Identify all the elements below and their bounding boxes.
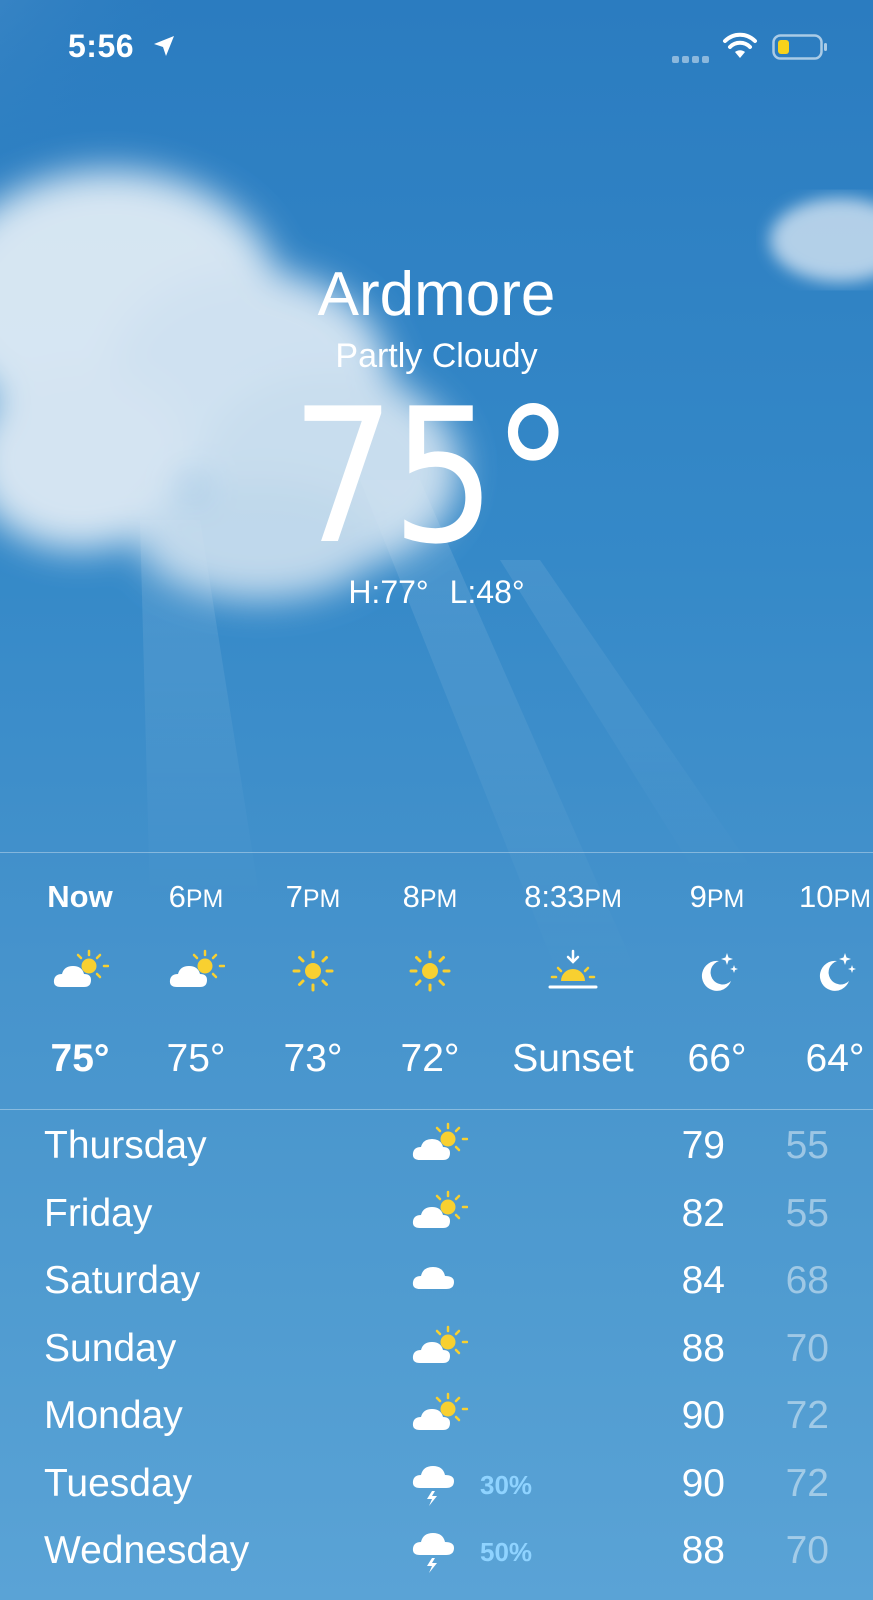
- thunderstorm-icon: [410, 1460, 458, 1513]
- day-name: Sunday: [44, 1326, 177, 1370]
- partly-cloudy-day-icon: [167, 949, 226, 998]
- precipitation-chance: 30%: [480, 1469, 533, 1500]
- location-arrow-icon: [152, 34, 176, 63]
- high-temperature: 84: [681, 1259, 725, 1302]
- city-name: Ardmore: [317, 260, 556, 329]
- high-temperature: 90: [681, 1394, 725, 1437]
- day-name: Monday: [44, 1394, 183, 1437]
- daily-row-tuesday: Tuesday 30% 90 72: [0, 1454, 873, 1520]
- low-temperature: 55: [785, 1124, 829, 1167]
- hourly-forecast[interactable]: Now 75° 6PM 75° 7PM 73° 8PM 72° 8:33PM Sunset 9PM 6…: [0, 852, 873, 1110]
- partly-cloudy-day-icon: [410, 1325, 469, 1374]
- high-temperature: 82: [681, 1191, 725, 1235]
- low-temperature: 72: [785, 1461, 829, 1505]
- high-temperature: 88: [681, 1326, 725, 1370]
- moon-stars-icon: [813, 949, 857, 998]
- hourly-temperature: 64°: [805, 1037, 865, 1080]
- hourly-temperature: 75°: [166, 1037, 226, 1080]
- hourly-time-label: 10PM: [799, 879, 871, 914]
- high-temperature: 90: [681, 1461, 725, 1505]
- hourly-time-label: 6PM: [168, 879, 224, 914]
- high-temperature: 88: [681, 1529, 725, 1572]
- hourly-time-label: 7PM: [285, 879, 341, 914]
- current-conditions: Ardmore Partly Cloudy 75° H:77° L:48°: [0, 258, 873, 612]
- status-time: 5:56: [68, 28, 135, 64]
- hourly-time-label: 8:33PM: [524, 879, 622, 914]
- low-temperature: 70: [785, 1529, 829, 1572]
- day-name: Saturday: [44, 1259, 201, 1302]
- sun-icon: [408, 949, 452, 998]
- hourly-time-label: 8PM: [402, 879, 458, 914]
- partly-cloudy-day-icon: [410, 1392, 469, 1441]
- partly-cloudy-day-icon: [410, 1190, 469, 1239]
- hourly-temperature: 72°: [400, 1037, 460, 1080]
- low-temperature: 68: [785, 1259, 829, 1302]
- current-temperature: 75°: [290, 368, 574, 585]
- daily-row-friday: Friday 82 55: [0, 1184, 873, 1250]
- sunset-icon: [547, 949, 599, 998]
- daily-row-monday: Monday 90 72: [0, 1386, 873, 1452]
- hourly-time-label: 9PM: [689, 879, 745, 914]
- hourly-temperature: 73°: [283, 1037, 343, 1080]
- battery-low-icon: [772, 34, 828, 65]
- cellular-signal-icon: [672, 51, 712, 69]
- hourly-temperature: Sunset: [512, 1037, 634, 1080]
- cloud-icon: [410, 1257, 460, 1298]
- precipitation-chance: 50%: [480, 1537, 533, 1567]
- status-bar: 5:56: [0, 0, 873, 90]
- daily-row-thursday: Thursday 79 55: [0, 1116, 873, 1182]
- daily-row-sunday: Sunday 88 70: [0, 1319, 873, 1385]
- low-temperature: 55: [785, 1191, 829, 1235]
- hourly-temperature: 66°: [687, 1037, 747, 1080]
- day-name: Tuesday: [44, 1461, 193, 1505]
- day-name: Thursday: [44, 1124, 207, 1167]
- moon-stars-icon: [695, 949, 739, 998]
- low-temperature: 72: [785, 1394, 829, 1437]
- partly-cloudy-day-icon: [51, 949, 110, 998]
- hourly-time-label: Now: [47, 879, 113, 914]
- day-name: Friday: [44, 1191, 153, 1235]
- daily-row-saturday: Saturday 84 68: [0, 1251, 873, 1317]
- thunderstorm-icon: [410, 1527, 458, 1580]
- daily-row-wednesday: Wednesday 50% 88 70: [0, 1521, 873, 1587]
- low-temperature: 70: [785, 1326, 829, 1370]
- wifi-icon: [722, 32, 758, 65]
- hourly-temperature: 75°: [50, 1037, 110, 1080]
- day-name: Wednesday: [44, 1529, 250, 1572]
- partly-cloudy-day-icon: [410, 1122, 469, 1171]
- high-temperature: 79: [681, 1124, 725, 1167]
- sun-icon: [291, 949, 335, 998]
